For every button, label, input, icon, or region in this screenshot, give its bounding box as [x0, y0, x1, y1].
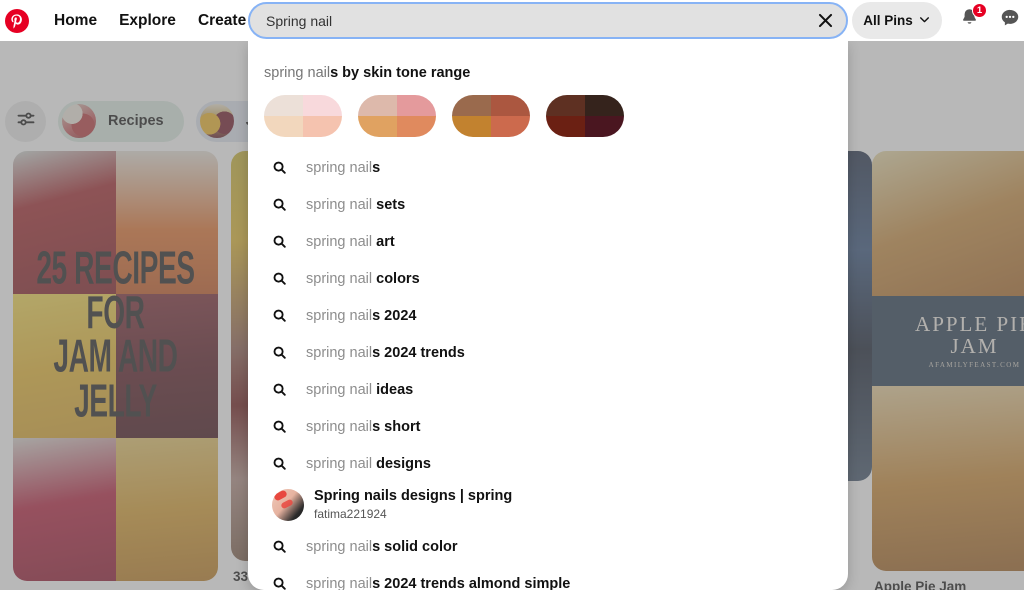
- suggestion-item[interactable]: spring nail art: [248, 223, 848, 260]
- suggestion-item[interactable]: spring nails solid color: [248, 528, 848, 565]
- suggestion-text: spring nails 2024 trends almond simple: [306, 575, 571, 590]
- suggestion-text: spring nails 2024 trends: [306, 344, 465, 361]
- search-icon: [272, 345, 306, 360]
- suggestion-text: spring nails 2024: [306, 307, 417, 324]
- suggestion-item[interactable]: spring nail ideas: [248, 371, 848, 408]
- suggestion-user-title: Spring nails designs | spring: [314, 487, 513, 504]
- suggestion-item[interactable]: spring nails: [248, 149, 848, 186]
- suggestion-text: spring nails short: [306, 418, 421, 435]
- chevron-down-icon: [918, 13, 931, 29]
- suggestion-username: fatima221924: [314, 507, 387, 522]
- notifications-button[interactable]: 1: [953, 3, 987, 36]
- nav-link-home[interactable]: Home: [43, 0, 108, 41]
- suggestion-list: spring nails spring nail sets spring nail …: [248, 137, 848, 590]
- top-navigation-bar: Home Explore Create Spring nail All Pins: [0, 0, 1024, 41]
- search-input-value[interactable]: Spring nail: [266, 13, 808, 29]
- suggestion-text: spring nail art: [306, 233, 395, 250]
- suggestion-item[interactable]: spring nails 2024: [248, 297, 848, 334]
- suggestion-item[interactable]: spring nail sets: [248, 186, 848, 223]
- suggestion-text: spring nail designs: [306, 455, 431, 472]
- message-bubble-icon: [999, 7, 1021, 34]
- search-icon: [272, 271, 306, 286]
- messages-button[interactable]: [994, 4, 1024, 36]
- all-pins-dropdown[interactable]: All Pins: [852, 2, 942, 39]
- suggestion-item[interactable]: spring nails short: [248, 408, 848, 445]
- suggestion-text: spring nail colors: [306, 270, 420, 287]
- all-pins-label: All Pins: [863, 13, 913, 28]
- search-input[interactable]: Spring nail: [248, 2, 848, 39]
- skin-tone-heading-bold: s by skin tone range: [330, 65, 471, 81]
- search-icon: [272, 382, 306, 397]
- suggestion-text: spring nails: [306, 159, 381, 176]
- skin-tone-swatch-3[interactable]: [452, 95, 530, 137]
- search-icon: [272, 539, 306, 554]
- search-field-wrapper: Spring nail: [248, 2, 848, 39]
- search-suggestions-dropdown: spring nails by skin tone range spring n…: [248, 41, 848, 590]
- skin-tone-swatch-2[interactable]: [358, 95, 436, 137]
- skin-tone-heading: spring nails by skin tone range: [248, 41, 848, 81]
- search-icon: [272, 456, 306, 471]
- pinterest-logo-icon[interactable]: [5, 8, 29, 33]
- search-icon: [272, 234, 306, 249]
- skin-tone-swatch-row: [248, 81, 848, 137]
- search-icon: [272, 197, 306, 212]
- skin-tone-swatch-1[interactable]: [264, 95, 342, 137]
- search-icon: [272, 308, 306, 323]
- suggestion-text: spring nail sets: [306, 196, 406, 213]
- suggestion-item-user[interactable]: Spring nails designs | spring fatima22192…: [248, 482, 848, 528]
- skin-tone-swatch-4[interactable]: [546, 95, 624, 137]
- notification-badge: 1: [972, 3, 987, 18]
- suggestion-item[interactable]: spring nails 2024 trends almond simple: [248, 565, 848, 590]
- suggestion-text: spring nail ideas: [306, 381, 414, 398]
- skin-tone-heading-prefix: spring nail: [264, 65, 331, 81]
- user-avatar: [272, 489, 304, 521]
- close-icon[interactable]: [808, 4, 842, 38]
- suggestion-text: spring nails solid color: [306, 538, 458, 555]
- suggestion-item[interactable]: spring nail colors: [248, 260, 848, 297]
- suggestion-item[interactable]: spring nails 2024 trends: [248, 334, 848, 371]
- nav-link-create[interactable]: Create: [187, 0, 257, 41]
- nav-link-explore[interactable]: Explore: [108, 0, 187, 41]
- search-icon: [272, 419, 306, 434]
- search-icon: [272, 160, 306, 175]
- suggestion-item[interactable]: spring nail designs: [248, 445, 848, 482]
- search-icon: [272, 576, 306, 590]
